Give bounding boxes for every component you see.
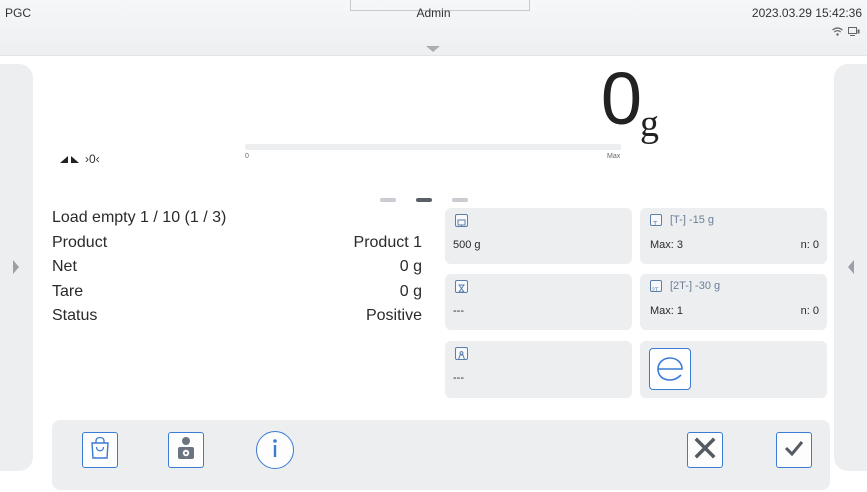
user-settings-icon [175,435,197,466]
timer-value: --- [453,305,464,317]
page-dot-3[interactable] [452,198,468,202]
info-label: Tare [52,282,84,300]
tare-header: [T-] -15 g [670,214,715,226]
cancel-button[interactable] [687,432,723,468]
hourglass-icon [455,280,468,293]
tare-max: Max: 3 [650,239,684,251]
info-label: Net [52,258,77,276]
timer-widget[interactable]: --- [445,274,632,330]
info-label: Status [52,307,98,325]
zero-indicator: ›0‹ [85,152,100,166]
load-bargraph [245,144,621,150]
tare-header: [2T-] -30 g [670,280,721,292]
tare-widget-2[interactable]: 2T [2T-] -30 g Max: 1 n: 0 [640,274,827,330]
network-icon [848,27,860,36]
weight-icon [455,347,468,360]
level-icon [71,155,79,163]
info-value: Positive [365,307,422,325]
weight-widget-value: --- [453,372,464,384]
svg-text:2T: 2T [652,288,659,294]
tare-count: n: 0 [800,239,819,251]
info-button[interactable] [256,431,294,469]
threshold-value: 500 g [453,239,481,251]
info-row-status: Status Positive [52,304,422,329]
bargraph-min-label: 0 [245,153,249,160]
checkmark-icon [783,439,805,462]
page-dot-1[interactable] [380,198,396,202]
left-side-panel[interactable] [0,64,33,471]
datetime: 2023.03.29 15:42:36 [751,6,862,20]
top-bar: PGC Admin 2023.03.29 15:42:36 [0,0,867,56]
stability-icon [60,155,68,163]
info-value: 0 g [399,282,422,300]
status-indicators: ›0‹ [60,152,100,166]
operator-button[interactable] [168,432,204,468]
tare-count: n: 0 [800,305,819,317]
confirm-button[interactable] [776,432,812,468]
close-icon [694,437,716,464]
info-panel: Load empty 1 / 10 (1 / 3) Product Produc… [52,206,422,329]
wifi-icon [832,27,843,36]
info-row-load-empty: Load empty 1 / 10 (1 / 3) [52,206,422,231]
threshold-widget[interactable]: 500 g [445,208,632,264]
weight-value: 0 [600,57,642,140]
threshold-icon [455,214,468,227]
page-dot-2[interactable] [416,198,432,202]
weight-widget[interactable]: --- [445,341,632,398]
page-indicator[interactable] [380,198,468,202]
chevron-left-icon [848,260,854,274]
info-value: 0 g [399,258,422,276]
info-value: Product 1 [353,233,422,251]
bottom-toolbar [52,420,830,490]
info-row-product: Product Product 1 [52,231,422,256]
info-row-net: Net 0 g [52,255,422,280]
product-bag-button[interactable] [82,432,118,468]
user-label[interactable]: Admin [0,6,867,20]
info-icon [270,437,280,464]
info-label: Load empty 1 / 10 (1 / 3) [52,209,227,227]
verification-widget[interactable] [640,341,827,398]
tare-widget-1[interactable]: T [T-] -15 g Max: 3 n: 0 [640,208,827,264]
tare-2-icon: 2T [650,280,662,294]
tare-icon: T [650,214,662,228]
tare-max: Max: 1 [650,305,684,317]
pull-down-handle[interactable] [426,46,440,52]
status-icons [832,27,860,36]
info-label: Product [52,233,108,251]
weight-unit[interactable]: g [640,102,659,146]
info-row-tare: Tare 0 g [52,280,422,305]
chevron-right-icon [13,260,19,274]
e-mark-icon[interactable] [649,348,691,390]
shopping-bag-icon [89,436,111,465]
right-side-panel[interactable] [834,64,867,471]
bargraph-max-label: Max [607,153,621,160]
svg-text:T: T [653,221,658,228]
